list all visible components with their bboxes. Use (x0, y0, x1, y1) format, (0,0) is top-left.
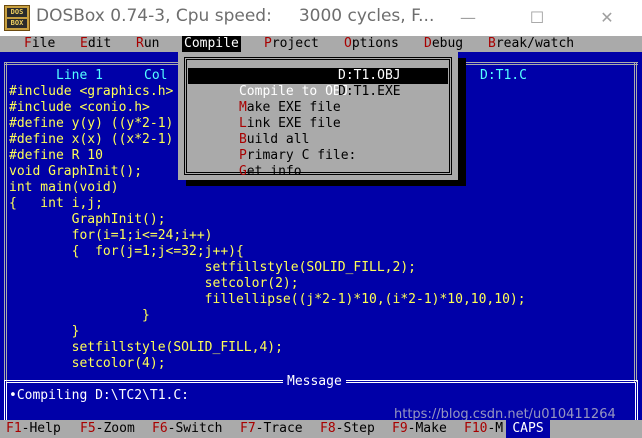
editor-col-indicator: Col (140, 68, 172, 84)
message-line: •Compiling D:\TC2\T1.C: (9, 388, 190, 403)
menu-run[interactable]: Run (134, 36, 161, 52)
fkey-key: F8 (320, 421, 336, 436)
minimize-icon[interactable]: — (443, 0, 493, 36)
code-line[interactable]: void GraphInit(); (9, 164, 142, 180)
item-value: D:T1.OBJ (338, 68, 401, 83)
menu-hotkey: C (184, 36, 192, 51)
menu-item-make-exe[interactable]: Make EXE file D:T1.EXE (188, 84, 448, 115)
menu-item-get-info[interactable]: Get info (188, 148, 448, 179)
caps-lock-indicator: CAPS (506, 420, 550, 438)
menu-label: ptions (351, 36, 399, 51)
menu-label: un (143, 36, 160, 51)
item-label: et info (246, 164, 302, 179)
code-line[interactable]: setfillstyle(SOLID_FILL,4); (9, 340, 283, 356)
icon-text-top: DOS (7, 8, 27, 17)
code-line[interactable]: } (9, 308, 150, 324)
fkey-label: -M (487, 421, 504, 436)
fkey-key: F5 (80, 421, 96, 436)
fkey-label: -Trace (255, 421, 303, 436)
menu-debug[interactable]: Debug (422, 36, 465, 52)
code-line[interactable]: setcolor(4); (9, 356, 166, 372)
menu-hotkey: E (80, 36, 88, 51)
close-icon[interactable]: ✕ (582, 0, 632, 36)
code-line[interactable]: #include <conio.h> (9, 100, 150, 116)
dos-screen: File Edit Run Compile Project Options De… (0, 36, 642, 438)
code-line[interactable]: setfillstyle(SOLID_FILL,2); (9, 260, 416, 276)
menu-hotkey: F (24, 36, 32, 51)
menu-file[interactable]: File (22, 36, 57, 52)
fkey-step[interactable]: F8-Step (320, 420, 375, 438)
menu-compile[interactable]: Compile (182, 36, 241, 52)
menu-label: ile (31, 36, 56, 51)
menu-edit[interactable]: Edit (78, 36, 113, 52)
icon-text-bottom: BOX (7, 19, 27, 28)
code-line[interactable]: { int i,j; (9, 196, 103, 212)
code-line[interactable]: #define x(x) ((x*2-1) (9, 132, 173, 148)
menu-item-compile-to-obj[interactable]: Compile to OBJ D:T1.OBJ (188, 68, 448, 99)
editor-file-name: D:T1.C (476, 68, 531, 84)
fkey-trace[interactable]: F7-Trace (240, 420, 303, 438)
item-hotkey: G (238, 164, 247, 179)
item-value: D:T1.EXE (338, 84, 401, 99)
fkey-key: F1 (6, 421, 22, 436)
menu-label: reak/watch (495, 36, 575, 51)
code-line[interactable]: setcolor(2); (9, 276, 299, 292)
editor-frame-right (634, 62, 637, 382)
menu-hotkey: D (424, 36, 432, 51)
code-line[interactable]: { for(j=1;j<=32;j++){ (9, 244, 244, 260)
code-line[interactable]: for(i=1;i<=24;i++) (9, 228, 213, 244)
fkey-help[interactable]: F1-Help (6, 420, 61, 438)
dosbox-app-icon: DOS BOX (4, 5, 30, 31)
fkey-menu[interactable]: F10-M (464, 420, 503, 438)
menu-hotkey: O (344, 36, 352, 51)
menu-label: ebug (431, 36, 464, 51)
window-titlebar: DOS BOX DOSBox 0.74-3, Cpu speed: 3000 c… (0, 0, 642, 36)
editor-line-indicator: Line 1 (52, 68, 107, 84)
menu-item-link-exe[interactable]: Link EXE file (188, 100, 448, 131)
compile-dropdown-menu: Compile to OBJ D:T1.OBJ Make EXE file D:… (178, 52, 458, 180)
code-line[interactable]: #define R 10 (9, 148, 103, 164)
menu-label: roject (271, 36, 319, 51)
editor-frame-left (4, 62, 7, 382)
fkey-switch[interactable]: F6-Switch (152, 420, 222, 438)
code-line[interactable]: int main(void) (9, 180, 119, 196)
menu-label: dit (87, 36, 112, 51)
code-line[interactable]: #include <graphics.h> (9, 84, 173, 100)
menu-bar: File Edit Run Compile Project Options De… (0, 36, 642, 52)
fkey-label: -Make (407, 421, 447, 436)
code-line[interactable]: fillellipse((j*2-1)*10,(i*2-1)*10,10,10)… (9, 292, 526, 308)
fkey-key: F10 (464, 421, 488, 436)
code-line[interactable]: GraphInit(); (9, 212, 166, 228)
fkey-key: F6 (152, 421, 168, 436)
menu-options[interactable]: Options (342, 36, 401, 52)
fkey-label: -Switch (167, 421, 223, 436)
code-line[interactable]: } (9, 324, 80, 340)
code-line[interactable]: #define y(y) ((y*2-1) (9, 116, 173, 132)
fkey-zoom[interactable]: F5-Zoom (80, 420, 135, 438)
fkey-key: F7 (240, 421, 256, 436)
function-key-bar: F1-Help F5-Zoom F6-Switch F7-Trace F8-St… (0, 420, 642, 438)
menu-label: ompile (191, 36, 239, 51)
fkey-label: -Help (21, 421, 61, 436)
menu-hotkey: P (264, 36, 272, 51)
maximize-icon[interactable]: ☐ (512, 0, 562, 36)
menu-item-build-all[interactable]: Build all (188, 116, 448, 147)
menu-hotkey: R (136, 36, 144, 51)
fkey-label: -Step (335, 421, 375, 436)
menu-item-primary-c-file[interactable]: Primary C file: (188, 132, 448, 163)
window-title: DOSBox 0.74-3, Cpu speed: 3000 cycles, F… (36, 6, 435, 26)
menu-hotkey: B (488, 36, 496, 51)
message-window-title: Message (283, 374, 346, 390)
menu-break-watch[interactable]: Break/watch (486, 36, 576, 52)
fkey-label: -Zoom (95, 421, 135, 436)
fkey-make[interactable]: F9-Make (392, 420, 447, 438)
menu-project[interactable]: Project (262, 36, 321, 52)
fkey-key: F9 (392, 421, 408, 436)
